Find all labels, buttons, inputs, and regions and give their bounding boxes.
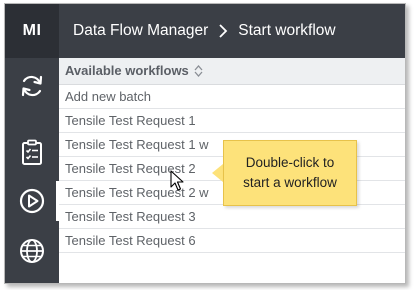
- tooltip: Double-click to start a workflow: [223, 140, 357, 206]
- mouse-pointer-icon: [170, 170, 184, 197]
- page-title: Start workflow: [238, 22, 336, 39]
- column-header-available-workflows[interactable]: Available workflows: [59, 58, 405, 85]
- table-row[interactable]: Tensile Test Request 6: [59, 229, 405, 253]
- clipboard-checklist-icon[interactable]: [5, 130, 59, 174]
- chevron-right-icon: [218, 24, 228, 38]
- globe-icon[interactable]: [5, 229, 59, 273]
- sort-icon[interactable]: [194, 65, 203, 77]
- sidebar: MI: [5, 4, 59, 283]
- tooltip-arrow: [212, 164, 223, 182]
- app-window: MI Data Flow Manager Start workflow Avai…: [4, 3, 406, 284]
- tooltip-line-1: Double-click to: [245, 155, 335, 170]
- breadcrumb-root[interactable]: Data Flow Manager: [73, 22, 208, 40]
- table-row[interactable]: Tensile Test Request 1: [59, 109, 405, 133]
- refresh-icon[interactable]: [5, 64, 59, 108]
- app-logo[interactable]: MI: [5, 4, 59, 58]
- play-circle-icon[interactable]: [5, 179, 59, 223]
- breadcrumb: Data Flow Manager Start workflow: [59, 4, 405, 58]
- tooltip-line-2: start a workflow: [243, 175, 337, 190]
- table-row[interactable]: Tensile Test Request 3: [59, 205, 405, 229]
- table-row-add-new-batch[interactable]: Add new batch: [59, 85, 405, 109]
- column-header-label: Available workflows: [65, 63, 189, 78]
